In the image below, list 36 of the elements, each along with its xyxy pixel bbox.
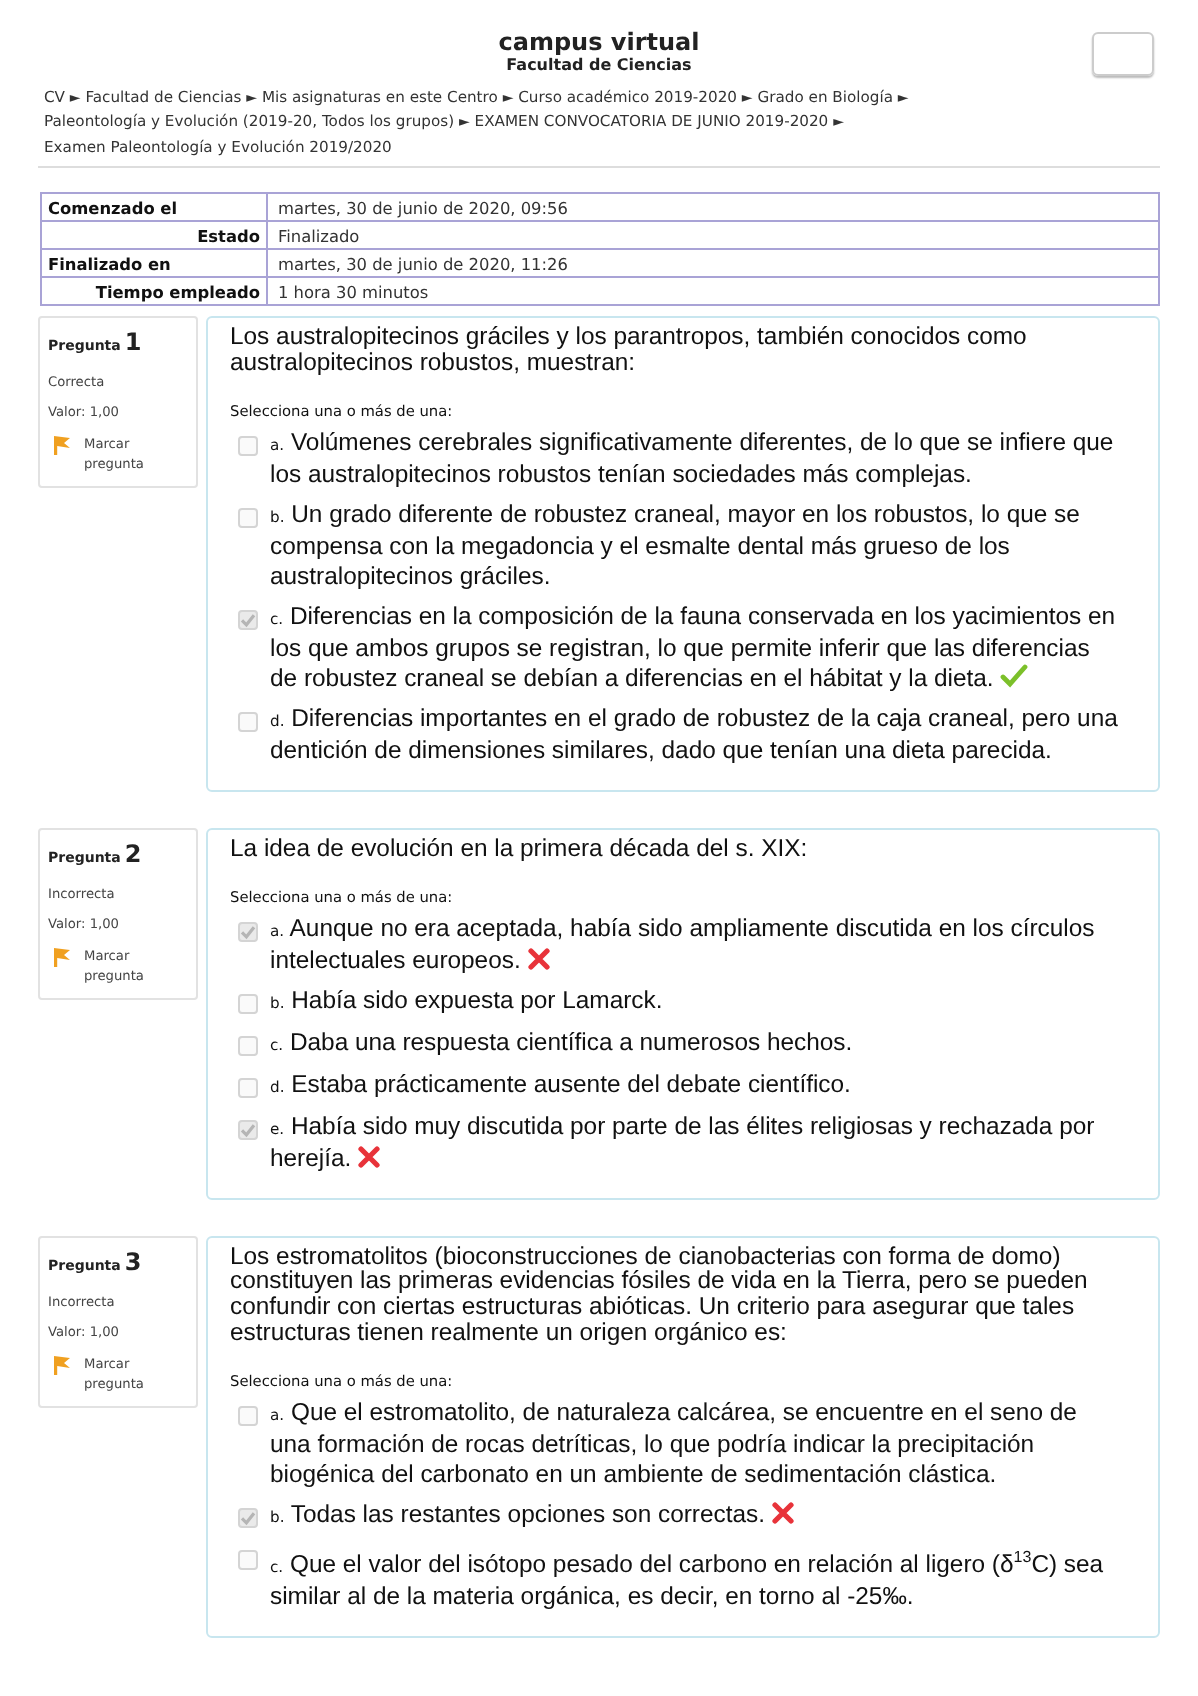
checkbox[interactable] (238, 435, 258, 456)
question-number: 1 (124, 328, 142, 357)
check-icon (1000, 663, 1029, 688)
checkbox[interactable] (238, 1507, 258, 1528)
summary-label: Tiempo empleado (41, 277, 267, 306)
cross-icon (358, 1145, 381, 1168)
summary-label: Finalizado en (41, 249, 267, 278)
summary-value: 1 hora 30 minutos (267, 277, 1159, 306)
cross-icon (527, 947, 550, 970)
flag-icon (52, 434, 72, 457)
summary-label: Estado (41, 221, 267, 250)
question-text: Los estromatolitos (bioconstrucciones de cianobacterias con forma de domo) constituyen las primeras evidencias fósiles de vida en la Tierra, pero se pueden confundir con ciertas estructuras abióticas. Un criterio para asegurar que tales estructuras tienen realmente un origen orgánico es: (230, 1243, 1090, 1346)
question-text: Los australopitecinos gráciles y los parantropos, también conocidos como australopitecinos robustos, muestran: (230, 324, 1029, 376)
summary-value: martes, 30 de junio de 2020, 09:56 (267, 193, 1159, 222)
cross-icon (771, 1501, 794, 1524)
question-number: 2 (124, 839, 142, 868)
checkbox[interactable] (238, 507, 258, 528)
summary-label: Comenzado el (41, 193, 267, 222)
logo-frame (1092, 32, 1154, 76)
question-text: La idea de evolución en la primera década del s. XIX: (230, 835, 810, 862)
checkbox[interactable] (238, 711, 258, 732)
checkbox[interactable] (238, 921, 258, 942)
checkbox[interactable] (238, 993, 258, 1014)
flag-icon (52, 945, 72, 968)
checkbox[interactable] (238, 1035, 258, 1056)
site-title: campus virtual (498, 28, 700, 56)
checkbox[interactable] (238, 1119, 258, 1140)
checkbox[interactable] (238, 609, 258, 630)
checkbox[interactable] (238, 1405, 258, 1426)
summary-value: martes, 30 de junio de 2020, 11:26 (267, 249, 1159, 278)
site-subtitle: Facultad de Ciencias (504, 56, 694, 76)
checkbox[interactable] (238, 1549, 258, 1570)
summary-value: Finalizado (267, 221, 1159, 250)
flag-icon (52, 1353, 72, 1376)
question-number: 3 (124, 1247, 142, 1276)
checkbox[interactable] (238, 1077, 258, 1098)
